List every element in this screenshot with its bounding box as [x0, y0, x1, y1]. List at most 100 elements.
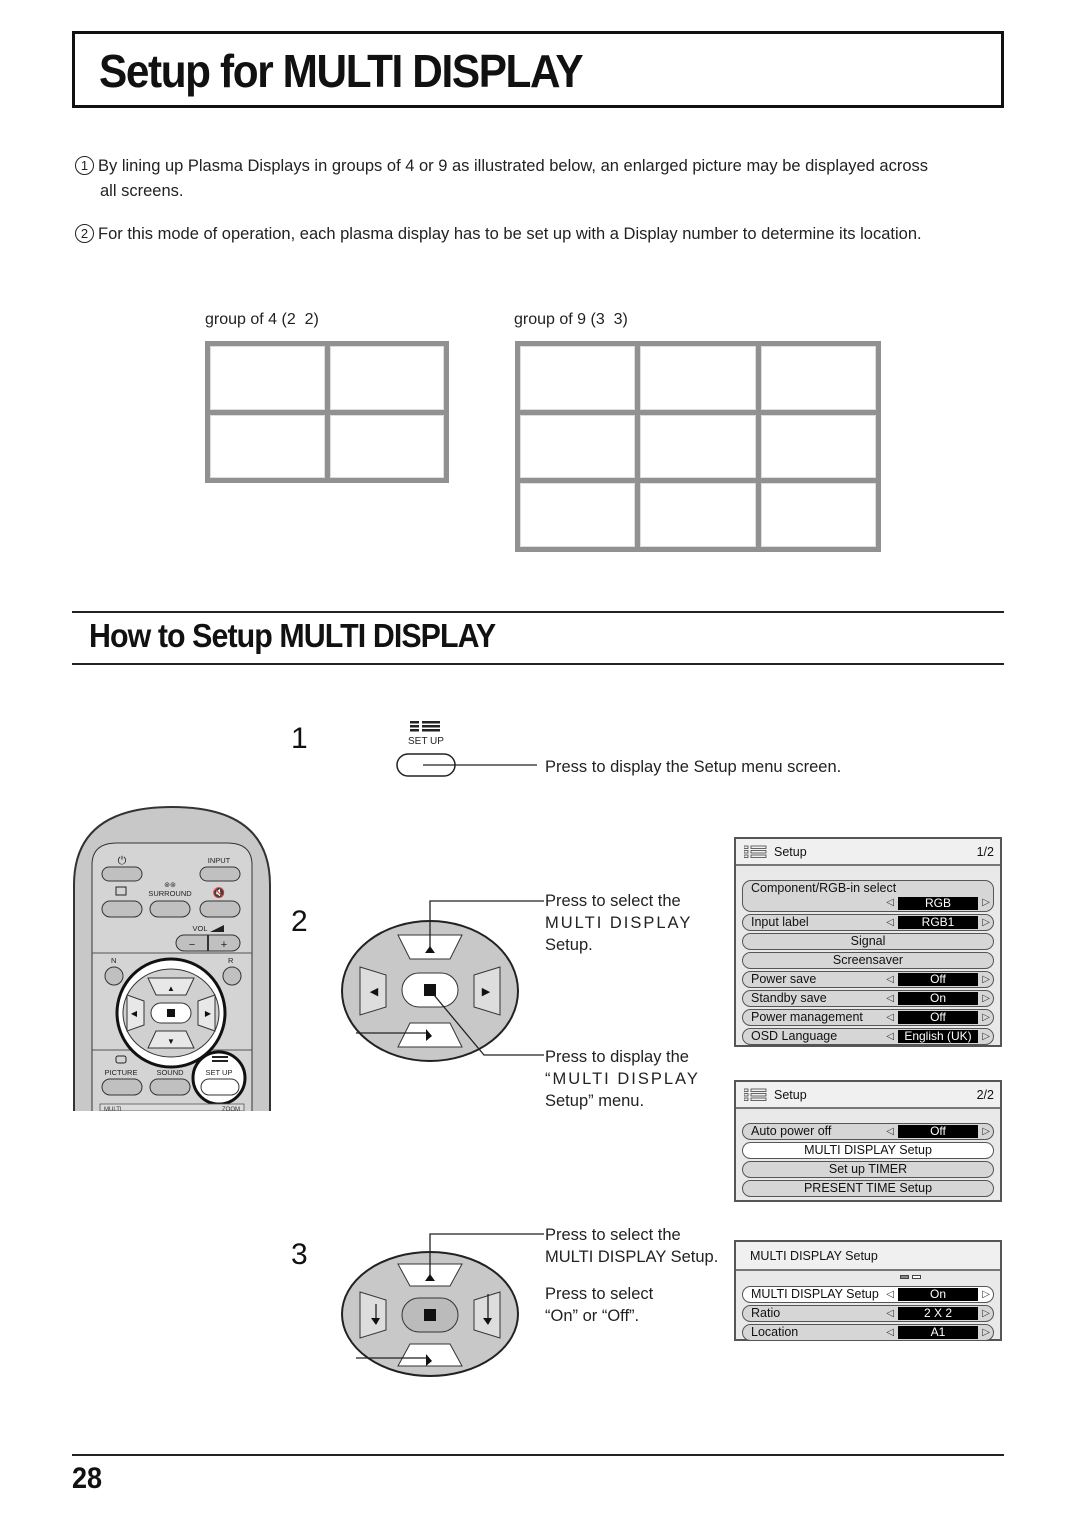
left-arrow-icon[interactable]: ◁ [886, 1124, 894, 1139]
remote-control: ⏻ INPUT ⊚⊚ SURROUND 🔇 VOL − + N R ▲ ▼ ◀ … [73, 805, 271, 1111]
osd-row-auto-power-off[interactable]: Auto power off ◁ Off ▷ [742, 1123, 994, 1140]
remote-vol-label: VOL [192, 924, 207, 933]
left-arrow-icon[interactable]: ◁ [886, 1325, 894, 1340]
group-9-label: group of 9 (3 3) [514, 311, 628, 328]
right-arrow-icon[interactable]: ▷ [982, 972, 990, 987]
osd-value: RGB1 [898, 916, 978, 929]
remote-surround-label: SURROUND [148, 889, 192, 898]
right-arrow-icon[interactable]: ▷ [982, 915, 990, 930]
remote-r-label: R [228, 956, 234, 965]
step-2-callout-1: Press to select the MULTI DISPLAY Setup. [545, 892, 693, 954]
left-arrow-icon[interactable]: ◁ [886, 915, 894, 930]
display-cell [210, 414, 325, 478]
osd-row-multi-display-toggle[interactable]: MULTI DISPLAY Setup ◁ On ▷ [742, 1286, 994, 1303]
left-arrow-icon[interactable]: ◁ [886, 1010, 894, 1025]
osd-row-set-up-timer[interactable]: Set up TIMER [742, 1161, 994, 1178]
osd-page-indicator: 1/2 [976, 844, 994, 859]
left-arrow-icon[interactable]: ◁ [886, 1287, 894, 1302]
intro-text-1: By lining up Plasma Displays in groups o… [98, 157, 929, 175]
display-cell [210, 346, 325, 410]
osd-value: Off [898, 1011, 978, 1024]
intro-item-2: 2 For this mode of operation, each plasma… [75, 222, 1015, 247]
remote-surround-button[interactable] [149, 900, 191, 918]
remote-picture-label: PICTURE [105, 1068, 138, 1077]
remote-picture-button[interactable] [101, 1078, 143, 1096]
osd-row-screensaver[interactable]: Screensaver [742, 952, 994, 969]
display-cell [760, 414, 876, 479]
right-arrow-icon[interactable]: ▷ [982, 895, 990, 910]
group-4-diagram [205, 341, 449, 483]
left-arrow-icon[interactable]: ◁ [886, 991, 894, 1006]
osd-value: On [898, 1288, 978, 1301]
osd-row-power-management[interactable]: Power management ◁ Off ▷ [742, 1009, 994, 1026]
remote-sound-button[interactable] [149, 1078, 191, 1096]
display-cell [760, 483, 876, 547]
step-3-number: 3 [291, 1238, 308, 1271]
remote-setup-label: SET UP [206, 1068, 233, 1077]
osd-row-location[interactable]: Location ◁ A1 ▷ [742, 1324, 994, 1341]
osd-row-component-rgb[interactable]: Component/RGB-in select ◁ RGB ▷ [742, 880, 994, 912]
footer-rule [72, 1454, 1004, 1456]
right-arrow-icon[interactable]: ▷ [982, 1124, 990, 1139]
right-arrow-icon[interactable]: ▷ [982, 991, 990, 1006]
group-9-diagram [515, 341, 881, 552]
step-3-dpad [341, 1233, 544, 1377]
osd-value: Off [898, 973, 978, 986]
svg-text:◀: ◀ [370, 986, 379, 998]
osd-row-power-save[interactable]: Power save ◁ Off ▷ [742, 971, 994, 988]
setup-menu-icon [744, 1088, 767, 1101]
osd-value: A1 [898, 1326, 978, 1339]
step-3-callout-1: Press to select the MULTI DISPLAY Setup. [545, 1226, 719, 1266]
osd-row-signal[interactable]: Signal [742, 933, 994, 950]
right-arrow-icon[interactable]: ▷ [982, 1325, 990, 1340]
step-2-callout-2: Press to display the “MULTI DISPLAY Setu… [545, 1048, 700, 1110]
intro-item-1: 1 By lining up Plasma Displays in groups … [75, 154, 1015, 204]
osd-row-multi-display-setup[interactable]: MULTI DISPLAY Setup [742, 1142, 994, 1159]
osd-title: Setup [774, 844, 807, 859]
intro-text-2: For this mode of operation, each plasma … [98, 225, 922, 243]
osd-value: 2 X 2 [898, 1307, 978, 1320]
osd-value: Off [898, 1125, 978, 1138]
remote-multi-label: MULTI [104, 1107, 122, 1111]
left-arrow-icon[interactable]: ◁ [886, 1306, 894, 1321]
dpad-left-button[interactable] [359, 1291, 387, 1339]
step-2-number: 2 [291, 905, 308, 938]
svg-text:−: − [189, 939, 195, 951]
circled-number: 1 [75, 156, 94, 175]
osd-row-ratio[interactable]: Ratio ◁ 2 X 2 ▷ [742, 1305, 994, 1322]
group-4-label: group of 4 (2 2) [205, 311, 319, 328]
right-arrow-icon[interactable]: ▷ [982, 1287, 990, 1302]
right-arrow-icon[interactable]: ▷ [982, 1029, 990, 1044]
svg-text:▼: ▼ [167, 1037, 175, 1046]
svg-text:▶: ▶ [205, 1009, 212, 1018]
left-arrow-icon[interactable]: ◁ [886, 895, 894, 910]
right-arrow-icon[interactable]: ▷ [982, 1010, 990, 1025]
remote-n-button[interactable] [104, 966, 124, 986]
surround-icon: ⊚⊚ [164, 882, 176, 889]
osd-row-standby-save[interactable]: Standby save ◁ On ▷ [742, 990, 994, 1007]
remote-setup-button[interactable] [200, 1078, 240, 1096]
circled-number: 2 [75, 224, 94, 243]
remote-power-button[interactable] [101, 866, 143, 882]
display-cell [760, 346, 876, 410]
setup-menu-icon [410, 721, 440, 732]
remote-r-button[interactable] [222, 966, 242, 986]
remote-input-button[interactable] [199, 866, 241, 882]
svg-text:◀: ◀ [131, 1009, 138, 1018]
setup-menu-icon [744, 845, 767, 858]
osd-setup-page-1: Setup 1/2 Component/RGB-in select ◁ RGB … [734, 837, 1002, 1047]
display-cell [520, 414, 636, 479]
left-arrow-icon[interactable]: ◁ [886, 972, 894, 987]
osd-multi-display-setup: MULTI DISPLAY Setup MULTI DISPLAY Setup … [734, 1240, 1002, 1341]
remote-aspect-button[interactable] [101, 900, 143, 918]
dpad-right-button[interactable] [473, 1291, 501, 1339]
osd-row-present-time-setup[interactable]: PRESENT TIME Setup [742, 1180, 994, 1197]
right-arrow-icon[interactable]: ▷ [982, 1306, 990, 1321]
display-cell [329, 346, 444, 410]
remote-mute-button[interactable] [199, 900, 241, 918]
osd-page-indicator: 2/2 [976, 1087, 994, 1102]
left-arrow-icon[interactable]: ◁ [886, 1029, 894, 1044]
osd-row-osd-language[interactable]: OSD Language ◁ English (UK) ▷ [742, 1028, 994, 1045]
remote-sound-label: SOUND [156, 1068, 184, 1077]
osd-row-input-label[interactable]: Input label ◁ RGB1 ▷ [742, 914, 994, 931]
